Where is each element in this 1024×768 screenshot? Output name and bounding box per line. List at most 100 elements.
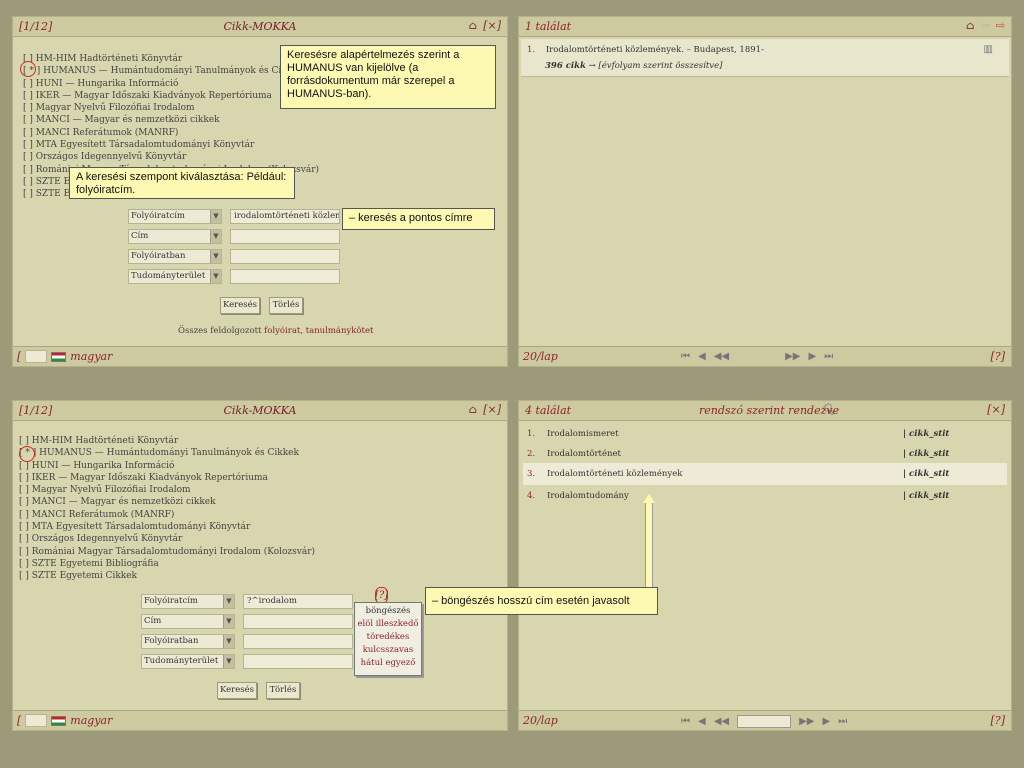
library-item[interactable]: [ ] MANCI Referátumok (MANRF) <box>19 509 315 521</box>
close-button[interactable]: [×] <box>987 403 1005 416</box>
popup-item[interactable]: kulcsszavas <box>355 644 421 657</box>
library-item[interactable]: [ ] HM-HIM Hadtörténeti Könyvtár <box>23 53 319 65</box>
fast-forward-icon[interactable]: ▶▶ <box>799 716 814 727</box>
result-item[interactable]: 1. Irodalomismeret | cikk_stit <box>523 423 1007 443</box>
field-select[interactable]: Tudományterület ▼ <box>141 654 235 669</box>
result-title[interactable]: Irodalomtörténeti közlemények <box>547 469 682 479</box>
library-item[interactable]: [ ] MTA Egyesített Társadalomtudományi K… <box>23 139 319 151</box>
library-item[interactable]: [ * ] HUMANUS — Humántudományi Tanulmány… <box>23 65 319 77</box>
clear-button[interactable]: Törlés <box>269 297 303 314</box>
bottombar: 20/lap ⏮ ◀ ◀◀ ▶▶ ▶ ⏭ [?] <box>519 710 1011 730</box>
result-item[interactable]: 3. Irodalomtörténeti közlemények | cikk_… <box>523 463 1007 485</box>
library-item[interactable]: [ ] Magyar Nyelvű Filozófiai Irodalom <box>23 102 319 114</box>
clear-button[interactable]: Törlés <box>266 682 300 699</box>
field-select[interactable]: Tudományterület ▼ <box>128 269 222 284</box>
top-right-panel: 1 találat ⌂ ⇦ ⇨ 1. Irodalomtörténeti köz… <box>518 16 1012 367</box>
language-label[interactable]: magyar <box>70 714 112 727</box>
journal-link[interactable]: folyóirat <box>264 326 300 336</box>
search-row: Folyóiratcím ▼ ?^irodalom <box>141 594 353 609</box>
sort-order[interactable]: rendszó szerint rendezve <box>699 404 839 417</box>
result-item[interactable]: 2. Irodalomtörténet | cikk_stit <box>523 443 1007 463</box>
field-select[interactable]: Folyóiratban ▼ <box>141 634 235 649</box>
popup-item[interactable]: böngészés <box>355 605 421 618</box>
library-item[interactable]: [ ] IKER — Magyar Időszaki Kiadványok Re… <box>19 472 315 484</box>
field-input[interactable] <box>230 229 340 244</box>
fast-back-icon[interactable]: ◀◀ <box>714 351 729 362</box>
pager: ⏮ ◀ ◀◀ ▶▶ ▶ ⏭ <box>681 715 847 728</box>
popup-item[interactable]: töredékes <box>355 631 421 644</box>
result-title[interactable]: Irodalomtörténet <box>547 449 621 459</box>
hit-count: 1 találat <box>525 20 572 33</box>
fast-back-icon[interactable]: ◀◀ <box>714 716 729 727</box>
help-link[interactable]: [?] <box>991 350 1005 363</box>
home-icon[interactable]: ⌂ <box>469 19 477 32</box>
library-item[interactable]: [ ] HUNI — Hungarika Információ <box>23 78 319 90</box>
search-button[interactable]: Keresés <box>217 682 257 699</box>
field-select[interactable]: Folyóiratcím ▼ <box>141 594 235 609</box>
library-item[interactable]: [ * ] HUMANUS — Humántudományi Tanulmány… <box>19 447 315 459</box>
search-button[interactable]: Keresés <box>220 297 260 314</box>
result-title[interactable]: Irodalomtudomány <box>547 491 629 501</box>
per-page[interactable]: 20/lap <box>523 714 558 727</box>
field-select[interactable]: Cím ▼ <box>128 229 222 244</box>
library-item[interactable]: [ ] MTA Egyesített Társadalomtudományi K… <box>19 521 315 533</box>
last-page-icon[interactable]: ⏭ <box>824 351 833 362</box>
fast-forward-icon[interactable]: ▶▶ <box>785 351 800 362</box>
result-title[interactable]: Irodalomismeret <box>547 429 619 439</box>
library-item[interactable]: [ ] HM-HIM Hadtörténeti Könyvtár <box>19 435 315 447</box>
page-input[interactable] <box>737 715 792 728</box>
field-input[interactable] <box>230 269 340 284</box>
first-page-icon[interactable]: ⏮ <box>681 716 690 727</box>
library-item[interactable]: [ ] MANCI — Magyar és nemzetközi cikkek <box>23 114 319 126</box>
result-item[interactable]: 4. Irodalomtudomány | cikk_stit <box>523 485 1007 505</box>
home-icon[interactable]: ⌂ <box>966 19 974 32</box>
field-select[interactable]: Folyóiratcím ▼ <box>128 209 222 224</box>
language-field[interactable] <box>25 350 48 363</box>
first-page-icon[interactable]: ⏮ <box>681 351 690 362</box>
next-page-icon[interactable]: ▶ <box>822 716 830 727</box>
prev-page-icon[interactable]: ◀ <box>698 716 706 727</box>
field-input[interactable]: irodalomtörténeti közlemény <box>230 209 340 224</box>
result-tag: | cikk_stit <box>903 429 950 439</box>
field-input[interactable] <box>243 614 353 629</box>
library-item[interactable]: [ ] SZTE Egyetemi Cikkek <box>19 570 315 582</box>
back-arrow-icon[interactable]: ⇦ <box>981 19 990 32</box>
library-item[interactable]: [ ] Magyar Nyelvű Filozófiai Irodalom <box>19 484 315 496</box>
library-item[interactable]: [ ] MANCI Referátumok (MANRF) <box>23 127 319 139</box>
search-row: Cím ▼ <box>141 614 353 629</box>
library-item[interactable]: [ ] Országos Idegennyelvű Könyvtár <box>19 533 315 545</box>
field-input[interactable] <box>243 634 353 649</box>
popup-item[interactable]: hátul egyező <box>355 657 421 670</box>
language-label[interactable]: magyar <box>70 350 112 363</box>
language-field[interactable] <box>25 714 48 727</box>
library-item[interactable]: [ ] HUNI — Hungarika Információ <box>19 460 315 472</box>
result-title[interactable]: Irodalomtörténeti közlemények. – Budapes… <box>546 45 764 55</box>
volume-link[interactable]: tanulmánykötet <box>306 326 374 336</box>
next-page-icon[interactable]: ▶ <box>808 351 816 362</box>
home-icon[interactable]: ⌂ <box>469 403 477 416</box>
library-item[interactable]: [ ] IKER — Magyar Időszaki Kiadványok Re… <box>23 90 319 102</box>
library-item[interactable]: [ ] MANCI — Magyar és nemzetközi cikkek <box>19 496 315 508</box>
library-item[interactable]: [ ] SZTE Egyetemi Bibliográfia <box>19 558 315 570</box>
help-link[interactable]: [?] <box>991 714 1005 727</box>
search-icon[interactable]: 🔍︎ <box>821 403 835 416</box>
result-sublink[interactable]: → [évfolyam szerint összesítve] <box>589 61 723 71</box>
close-button[interactable]: [×] <box>483 19 501 32</box>
bottom-right-panel: 4 találat rendszó szerint rendezve 🔍︎ [×… <box>518 400 1012 731</box>
field-input[interactable] <box>243 654 353 669</box>
prev-page-icon[interactable]: ◀ <box>698 351 706 362</box>
library-item[interactable]: [ ] Romániai Magyar Társadalomtudományi … <box>19 546 315 558</box>
browse-callout: – böngészés hosszú cím esetén javasolt <box>425 587 658 615</box>
field-select[interactable]: Cím ▼ <box>141 614 235 629</box>
close-button[interactable]: [×] <box>483 403 501 416</box>
result-item[interactable]: 1. Irodalomtörténeti közlemények. – Buda… <box>521 39 1009 77</box>
library-item[interactable]: [ ] Országos Idegennyelvű Könyvtár <box>23 151 319 163</box>
field-select[interactable]: Folyóiratban ▼ <box>128 249 222 264</box>
last-page-icon[interactable]: ⏭ <box>838 716 847 727</box>
field-input[interactable]: ?^irodalom <box>243 594 353 609</box>
book-icon[interactable]: ▥ <box>984 44 993 55</box>
popup-item[interactable]: elöl illeszkedő <box>355 618 421 631</box>
field-input[interactable] <box>230 249 340 264</box>
per-page[interactable]: 20/lap <box>523 350 558 363</box>
forward-arrow-icon[interactable]: ⇨ <box>996 19 1005 32</box>
